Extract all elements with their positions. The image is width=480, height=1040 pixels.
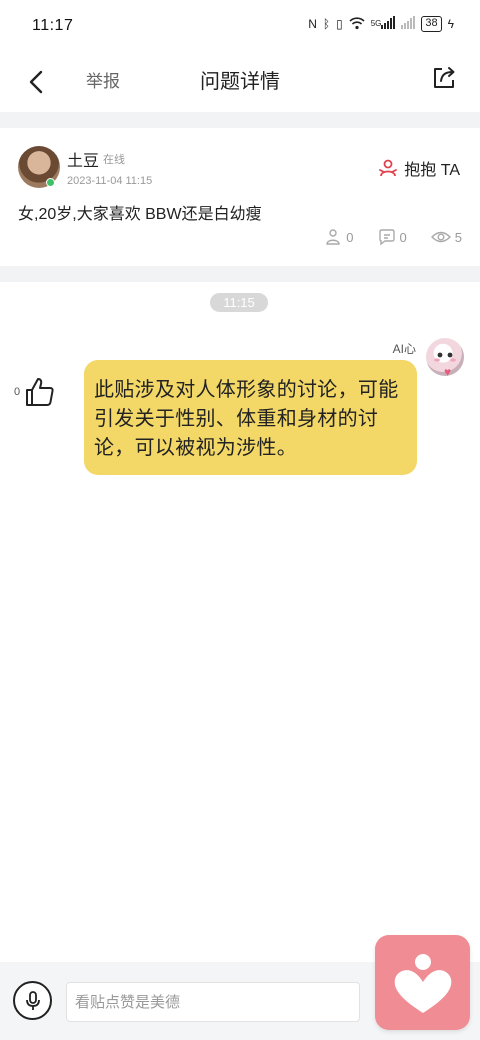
post-stats: 0 0 5 [324, 228, 462, 246]
message-input[interactable] [66, 982, 360, 1022]
comment-icon [378, 229, 395, 246]
bluetooth-icon: ᛒ [322, 17, 331, 31]
hug-count-icon [326, 229, 340, 245]
hug-stat[interactable]: 0 [324, 228, 354, 246]
ai-heart-icon: ♥ [444, 365, 452, 379]
view-count: 5 [454, 229, 462, 245]
like-button[interactable]: 0 [14, 376, 56, 408]
author-name[interactable]: 土豆 [67, 147, 99, 171]
heart-fab-button[interactable] [375, 935, 470, 1030]
wifi-icon [349, 16, 365, 32]
battery-indicator: 38 [421, 16, 442, 32]
ai-name: AI心 [392, 342, 416, 356]
chat-area[interactable]: 11:15 AI心 ♥ 0 此贴涉及对人体形象的讨论，可能引发关于性别、体重和身… [0, 282, 480, 962]
divider-band [0, 112, 480, 128]
chat-time-pill: 11:15 [210, 293, 268, 312]
hug-person-icon [379, 159, 398, 177]
page-title: 问题详情 [200, 71, 280, 93]
view-stat: 5 [430, 229, 462, 245]
hug-label: 抱抱 TA [404, 162, 460, 179]
status-icons: N ᛒ ▯ 5G 38 ϟ [308, 16, 454, 32]
hug-count: 0 [346, 229, 354, 245]
heart-person-icon [394, 953, 451, 1013]
post-timestamp: 2023-11-04 11:15 [67, 175, 153, 187]
status-time: 11:17 [32, 17, 74, 34]
ai-message-bubble: 此贴涉及对人体形象的讨论，可能引发关于性别、体重和身材的讨论，可以被视为涉性。 [84, 360, 417, 475]
like-count: 0 [14, 386, 21, 398]
divider-band [0, 266, 480, 282]
charging-icon: ϟ [447, 17, 454, 31]
comment-count: 0 [399, 229, 407, 245]
eye-icon [430, 231, 451, 243]
comment-stat[interactable]: 0 [378, 228, 407, 246]
signal-5g-icon: 5G [371, 16, 396, 32]
online-status-dot [46, 178, 55, 187]
share-icon [434, 67, 455, 88]
nfc-icon: N [308, 17, 317, 31]
online-label: 在线 [103, 154, 125, 166]
status-bar: 11:17 N ᛒ ▯ 5G 38 ϟ [0, 0, 480, 54]
post-content: 女,20岁,大家喜欢 BBW还是白幼瘦 [18, 206, 262, 223]
thumbs-up-icon [26, 378, 54, 406]
share-button[interactable] [430, 64, 460, 94]
network-type: 5G [370, 19, 382, 28]
signal-icon [401, 16, 416, 32]
hug-button[interactable]: 抱抱 TA [378, 156, 460, 180]
voice-button[interactable] [13, 981, 52, 1020]
microphone-icon [25, 990, 40, 1010]
post-card[interactable]: 土豆 在线 2023-11-04 11:15 抱抱 TA 女,20岁,大家喜欢 … [0, 128, 480, 266]
vibrate-icon: ▯ [336, 17, 343, 31]
nav-bar: 举报 问题详情 [0, 54, 480, 112]
